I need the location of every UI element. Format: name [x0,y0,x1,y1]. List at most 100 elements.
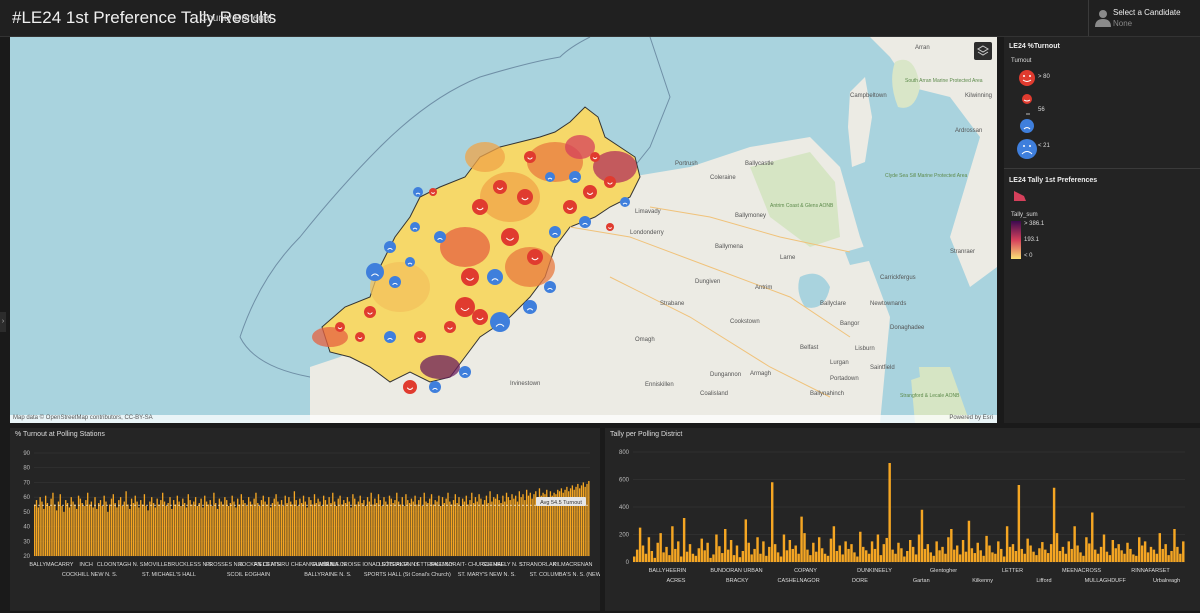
bar[interactable] [293,491,296,556]
bar[interactable] [105,501,107,556]
bar[interactable] [738,557,742,562]
bar[interactable] [330,503,332,556]
bar[interactable] [438,495,440,556]
bar[interactable] [363,500,365,556]
bar[interactable] [196,505,199,556]
bar[interactable] [381,505,383,556]
bar[interactable] [1082,555,1085,562]
bar[interactable] [376,503,378,556]
bar[interactable] [191,504,193,557]
bar[interactable] [967,520,971,562]
bar[interactable] [909,540,912,562]
frown-marker-icon[interactable] [366,263,384,281]
bar[interactable] [823,553,827,562]
bar[interactable] [847,548,850,562]
bar[interactable] [77,495,80,556]
bar[interactable] [838,545,841,563]
bar[interactable] [487,503,489,556]
bar[interactable] [1179,553,1182,562]
bar[interactable] [421,505,424,556]
bar[interactable] [920,509,924,562]
bar[interactable] [346,497,349,556]
bar[interactable] [467,504,469,557]
bar[interactable] [1105,551,1109,562]
bar[interactable] [976,542,979,562]
bar[interactable] [1117,544,1120,562]
smiley-marker-icon[interactable] [444,321,456,333]
bar[interactable] [180,505,182,556]
bar[interactable] [118,500,120,556]
bar[interactable] [659,533,662,562]
smiley-marker-icon[interactable] [335,322,345,332]
bar[interactable] [198,503,200,556]
bar[interactable] [958,554,962,562]
bar[interactable] [765,555,768,562]
smiley-marker-icon[interactable] [403,380,417,394]
bar[interactable] [156,498,158,556]
bar[interactable] [483,500,486,556]
bar[interactable] [762,541,765,562]
frown-marker-icon[interactable] [410,222,420,232]
bar[interactable] [416,504,418,557]
bar[interactable] [233,501,235,556]
bar[interactable] [321,505,323,556]
bar[interactable] [408,503,411,556]
bar[interactable] [90,501,93,556]
bar[interactable] [127,504,129,557]
frown-marker-icon[interactable] [579,216,591,228]
bar[interactable] [461,498,464,556]
smiley-marker-icon[interactable] [524,151,536,163]
bar[interactable] [706,542,709,562]
bar[interactable] [1058,551,1062,562]
bar[interactable] [788,540,792,562]
bar[interactable] [794,545,797,563]
bar[interactable] [973,553,977,562]
frown-marker-icon[interactable] [487,269,503,285]
bar[interactable] [709,557,712,562]
bar[interactable] [224,497,226,556]
bar[interactable] [691,553,695,562]
bar[interactable] [771,482,774,562]
bar[interactable] [319,501,321,556]
frown-marker-icon[interactable] [549,226,561,238]
bar[interactable] [260,500,263,556]
bar[interactable] [87,492,89,556]
bar[interactable] [1099,546,1103,562]
bar[interactable] [1088,543,1091,562]
bar[interactable] [74,504,76,557]
bar[interactable] [1035,555,1038,562]
bar[interactable] [61,505,63,556]
bar[interactable] [247,497,250,556]
bar[interactable] [162,492,164,556]
bar[interactable] [405,494,407,556]
bar[interactable] [505,492,508,556]
bar[interactable] [938,550,941,562]
smiley-marker-icon[interactable] [563,200,577,214]
smiley-marker-icon[interactable] [472,309,488,325]
bar[interactable] [1096,553,1100,562]
bar[interactable] [85,500,87,556]
bar[interactable] [284,495,286,556]
bar[interactable] [253,498,255,556]
bar[interactable] [1114,548,1117,562]
bar[interactable] [456,503,458,556]
frown-marker-icon[interactable] [429,381,441,393]
bar[interactable] [1005,526,1009,562]
bar[interactable] [94,497,96,556]
bar[interactable] [729,540,733,562]
bar[interactable] [668,555,671,562]
bar[interactable] [516,501,519,556]
bar[interactable] [803,533,806,562]
bar[interactable] [403,505,405,556]
bar[interactable] [412,501,414,556]
bar[interactable] [1108,555,1112,562]
bar[interactable] [1000,548,1003,562]
bar[interactable] [123,501,125,556]
bar[interactable] [359,495,361,556]
bar[interactable] [432,504,435,557]
bar[interactable] [853,552,856,562]
bar[interactable] [110,498,113,556]
bar[interactable] [1032,551,1035,562]
bar[interactable] [1135,555,1138,562]
bar[interactable] [257,503,259,556]
